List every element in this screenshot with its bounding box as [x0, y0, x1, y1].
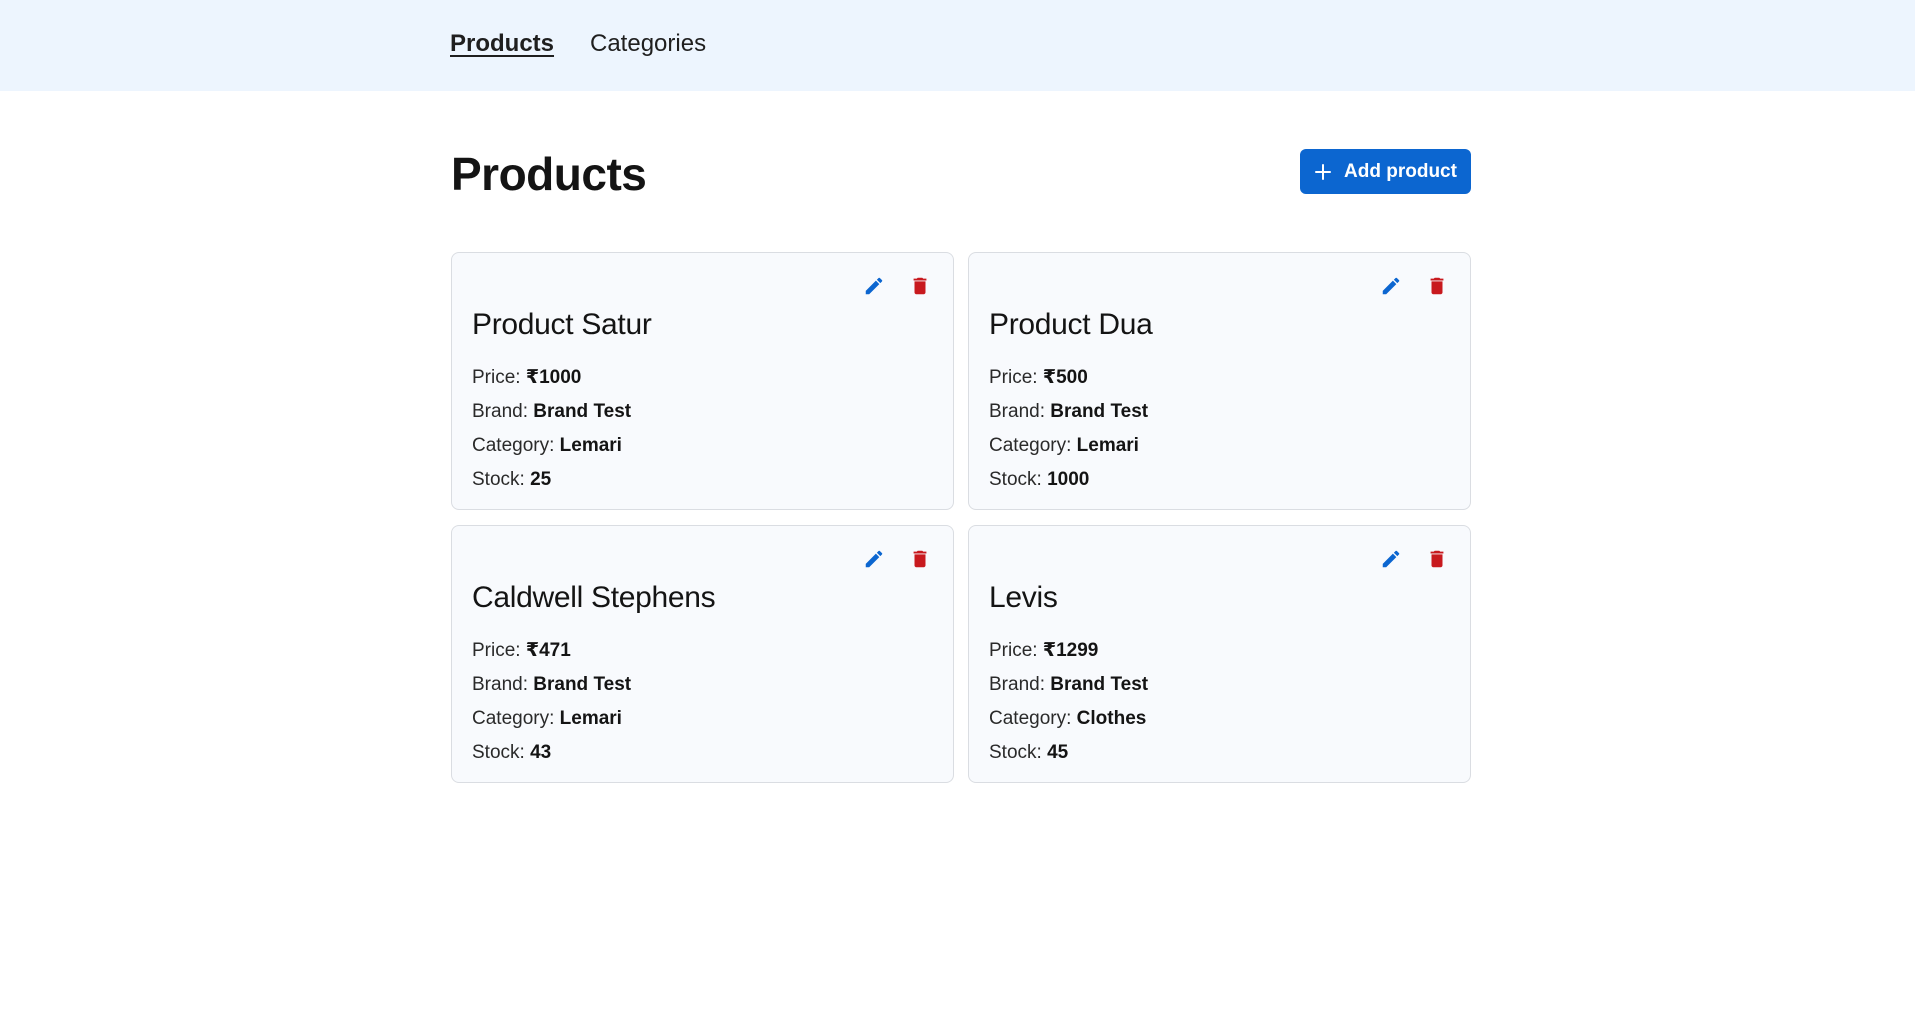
delete-button[interactable] — [1424, 273, 1450, 299]
trash-icon — [1430, 277, 1444, 295]
stock-value: 45 — [1047, 742, 1069, 763]
product-name: Levis — [989, 581, 1058, 614]
plus-icon — [1314, 163, 1332, 181]
price-label: Price: — [472, 640, 526, 661]
edit-button[interactable] — [1378, 546, 1404, 572]
delete-button[interactable] — [907, 546, 933, 572]
stock-row: Stock: 43 — [472, 736, 631, 770]
price-row: Price: ₹1000 — [472, 361, 631, 395]
trash-icon — [1430, 550, 1444, 568]
brand-row: Brand: Brand Test — [472, 668, 631, 702]
price-row: Price: ₹1299 — [989, 634, 1148, 668]
stock-row: Stock: 1000 — [989, 463, 1148, 497]
stock-value: 25 — [530, 469, 552, 490]
edit-button[interactable] — [861, 546, 887, 572]
brand-value: Brand Test — [533, 401, 632, 422]
stock-label: Stock: — [472, 742, 531, 763]
category-label: Category: — [472, 708, 560, 729]
product-card: Caldwell Stephens Price: ₹471 Brand: Bra… — [451, 525, 954, 783]
delete-button[interactable] — [1424, 546, 1450, 572]
category-value: Lemari — [1076, 435, 1139, 456]
brand-value: Brand Test — [533, 674, 632, 695]
add-product-button[interactable]: Add product — [1300, 149, 1471, 194]
product-card: Product Satur Price: ₹1000 Brand: Brand … — [451, 252, 954, 510]
stock-row: Stock: 45 — [989, 736, 1148, 770]
category-row: Category: Clothes — [989, 702, 1148, 736]
brand-label: Brand: — [472, 674, 534, 695]
price-value: ₹1299 — [1042, 640, 1099, 661]
top-nav: Products Categories — [0, 0, 1915, 91]
category-value: Clothes — [1076, 708, 1147, 729]
brand-label: Brand: — [989, 401, 1051, 422]
pencil-icon — [1382, 277, 1400, 295]
stock-label: Stock: — [989, 742, 1048, 763]
price-label: Price: — [989, 640, 1043, 661]
price-value: ₹471 — [525, 640, 571, 661]
stock-label: Stock: — [989, 469, 1048, 490]
add-product-label: Add product — [1344, 160, 1457, 182]
price-value: ₹500 — [1042, 367, 1088, 388]
category-row: Category: Lemari — [472, 429, 631, 463]
product-name: Product Satur — [472, 308, 652, 341]
category-row: Category: Lemari — [989, 429, 1148, 463]
price-label: Price: — [472, 367, 526, 388]
nav-link-categories[interactable]: Categories — [590, 30, 706, 58]
nav-link-products[interactable]: Products — [450, 30, 554, 58]
trash-icon — [913, 277, 927, 295]
price-label: Price: — [989, 367, 1043, 388]
price-value: ₹1000 — [525, 367, 582, 388]
brand-label: Brand: — [472, 401, 534, 422]
brand-value: Brand Test — [1050, 674, 1149, 695]
brand-label: Brand: — [989, 674, 1051, 695]
category-row: Category: Lemari — [472, 702, 631, 736]
trash-icon — [913, 550, 927, 568]
category-value: Lemari — [559, 708, 622, 729]
category-label: Category: — [472, 435, 560, 456]
stock-value: 1000 — [1047, 469, 1090, 490]
pencil-icon — [865, 277, 883, 295]
category-label: Category: — [989, 435, 1077, 456]
price-row: Price: ₹471 — [472, 634, 631, 668]
category-label: Category: — [989, 708, 1077, 729]
category-value: Lemari — [559, 435, 622, 456]
edit-button[interactable] — [861, 273, 887, 299]
stock-label: Stock: — [472, 469, 531, 490]
brand-row: Brand: Brand Test — [989, 395, 1148, 429]
brand-row: Brand: Brand Test — [989, 668, 1148, 702]
delete-button[interactable] — [907, 273, 933, 299]
product-name: Caldwell Stephens — [472, 581, 716, 614]
pencil-icon — [865, 550, 883, 568]
stock-row: Stock: 25 — [472, 463, 631, 497]
price-row: Price: ₹500 — [989, 361, 1148, 395]
product-name: Product Dua — [989, 308, 1153, 341]
page-title: Products — [451, 148, 647, 200]
product-card: Product Dua Price: ₹500 Brand: Brand Tes… — [968, 252, 1471, 510]
brand-row: Brand: Brand Test — [472, 395, 631, 429]
edit-button[interactable] — [1378, 273, 1404, 299]
stock-value: 43 — [530, 742, 552, 763]
brand-value: Brand Test — [1050, 401, 1149, 422]
pencil-icon — [1382, 550, 1400, 568]
product-card: Levis Price: ₹1299 Brand: Brand Test Cat… — [968, 525, 1471, 783]
